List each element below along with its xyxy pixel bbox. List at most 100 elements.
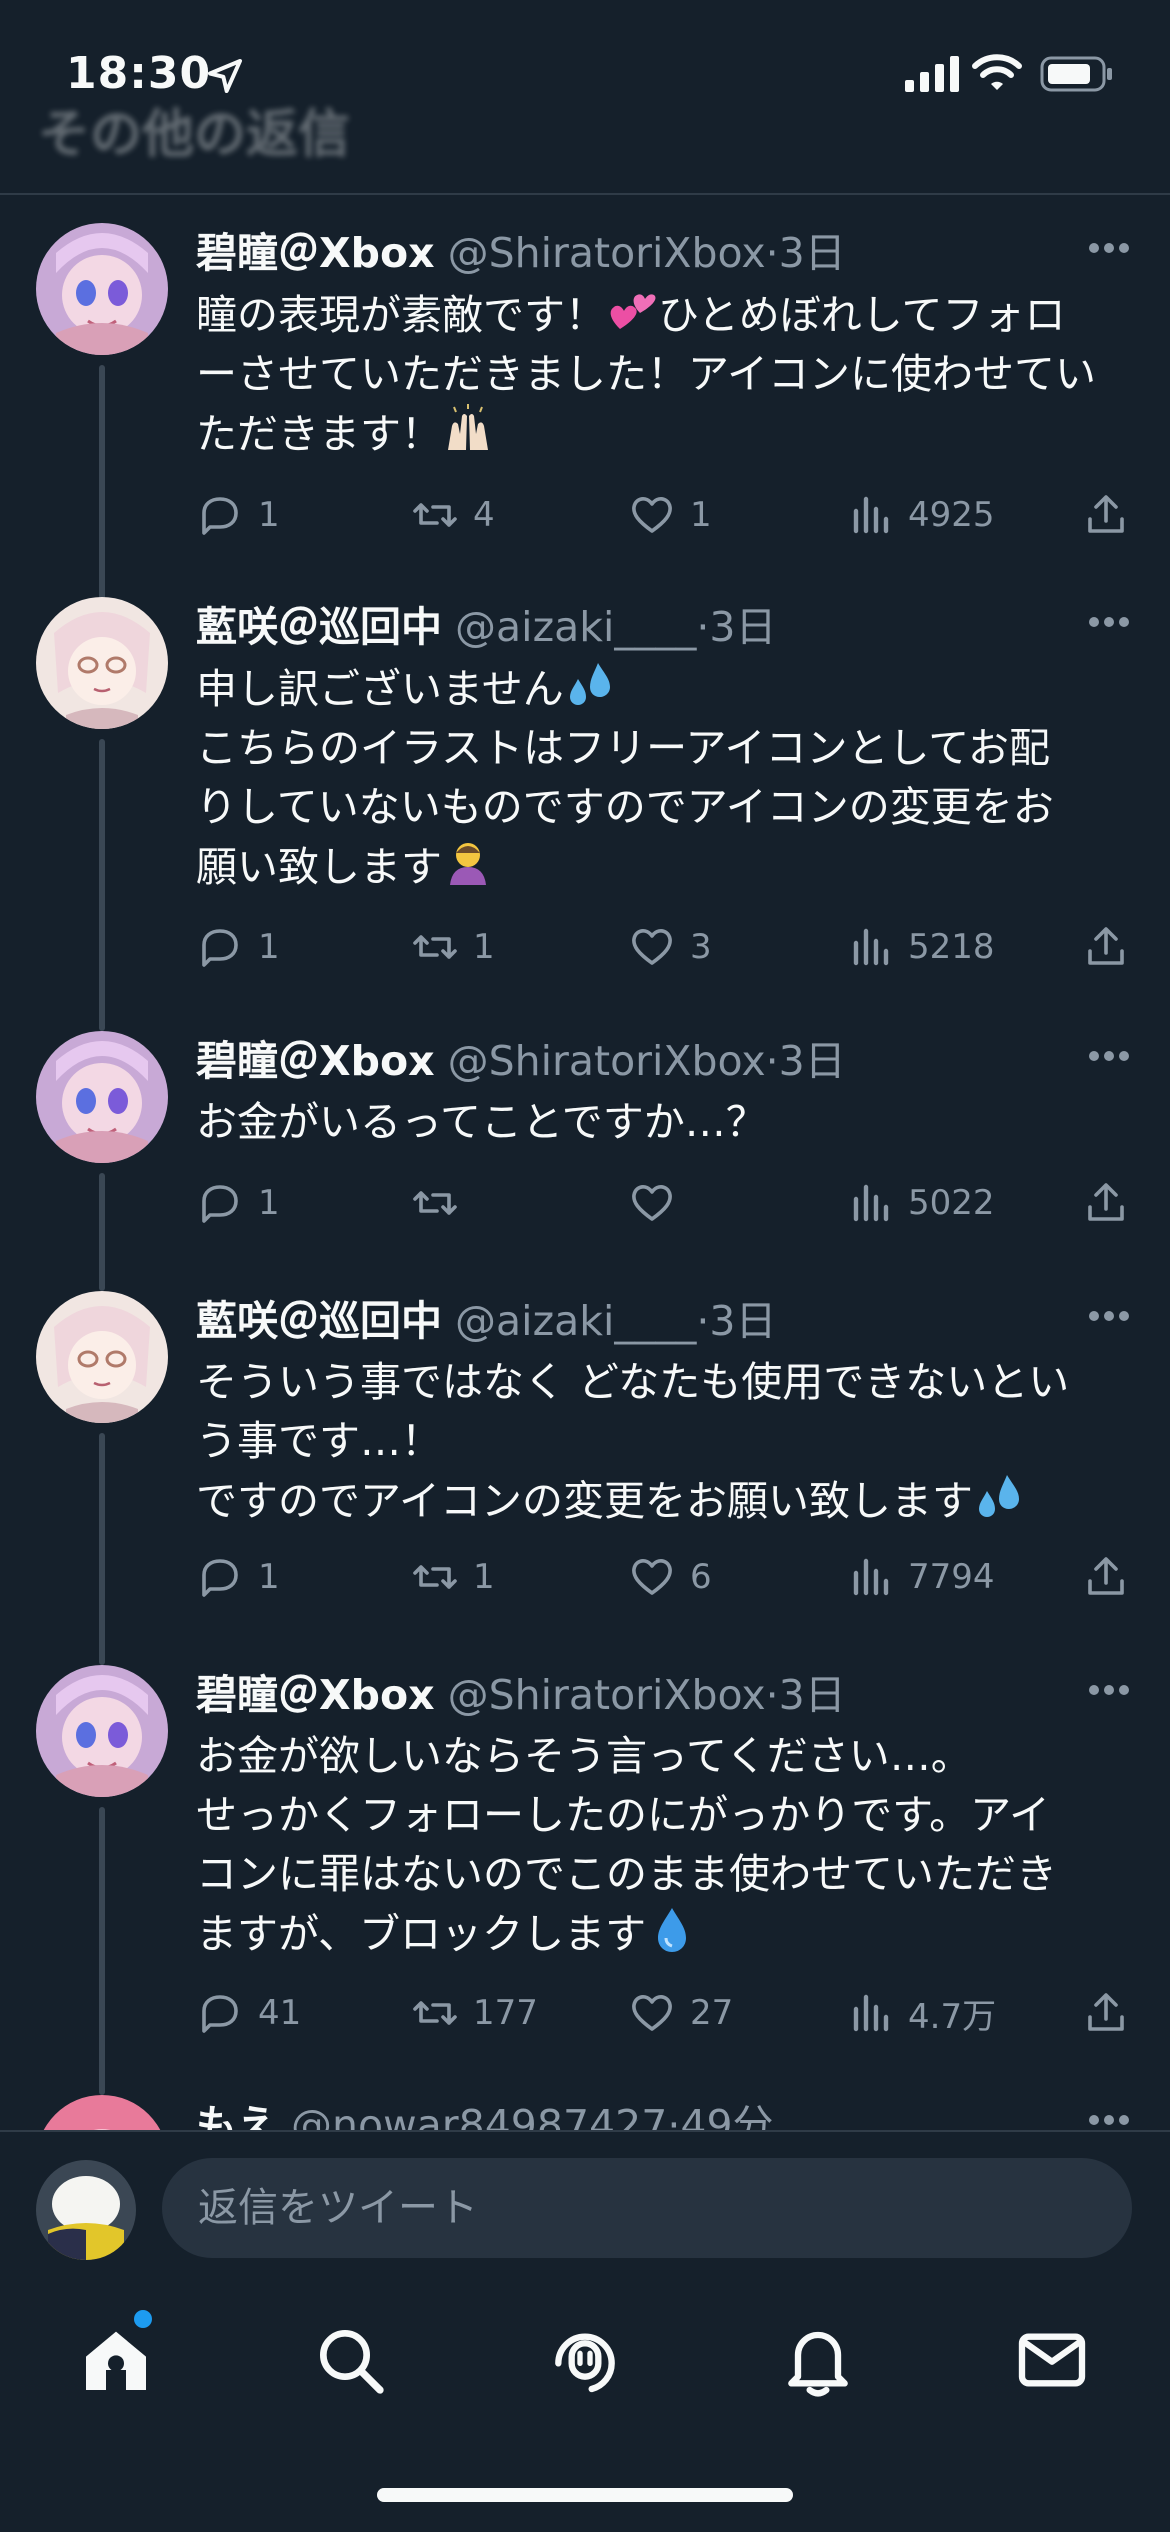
like-button[interactable]	[628, 1173, 690, 1233]
tweet-time[interactable]: 3日	[779, 1671, 846, 1719]
reply-count: 1	[258, 495, 280, 535]
tweet-text: そういう事ではなく どなたも使用できないとい う事です…！ ですのでアイコンの変…	[196, 1353, 1136, 1531]
home-indicator[interactable]	[377, 2488, 793, 2502]
spaces-icon	[555, 2333, 615, 2393]
retweet-button[interactable]: 1	[411, 1547, 495, 1607]
user-handle[interactable]: @nowar84987427	[291, 2101, 667, 2130]
user-handle[interactable]: @ShiratoriXbox	[448, 1671, 766, 1719]
tab-messages[interactable]	[1012, 2320, 1092, 2400]
analytics-icon	[853, 928, 889, 966]
avatar[interactable]	[36, 1665, 168, 1797]
share-button[interactable]	[1082, 1983, 1130, 2043]
tweet[interactable]: 藍咲＠巡回中 @aizaki____·3日 申し訳ございません こちらのイラスト…	[0, 597, 1170, 1031]
tweet-time[interactable]: 3日	[709, 1297, 776, 1345]
separator: ·	[765, 229, 779, 277]
tweet-text: お金がいるってことですか…？	[196, 1093, 1136, 1152]
share-button[interactable]	[1082, 917, 1130, 977]
tweet[interactable]: 藍咲＠巡回中 @aizaki____·3日 そういう事ではなく どなたも使用でき…	[0, 1291, 1170, 1665]
cellular-signal-icon	[905, 56, 959, 92]
separator: ·	[696, 1297, 710, 1345]
tweet-actions: 1 1 3 5218	[196, 917, 1136, 977]
tab-search[interactable]	[310, 2320, 390, 2400]
tab-notifications[interactable]	[778, 2320, 858, 2400]
heart-icon	[632, 929, 672, 965]
reply-input[interactable]	[162, 2158, 1132, 2258]
avatar[interactable]	[36, 1291, 168, 1423]
avatar[interactable]	[36, 2095, 168, 2130]
more-options-icon[interactable]	[1088, 1309, 1130, 1323]
more-options-icon[interactable]	[1088, 1049, 1130, 1063]
views-button[interactable]: 5022	[846, 1173, 995, 1233]
analytics-icon	[853, 1184, 889, 1222]
tweet-actions: 1 4 1 4925	[196, 485, 1136, 545]
display-name[interactable]: 碧瞳＠Xbox	[196, 1671, 435, 1719]
tweet[interactable]: もえ @nowar84987427·49分	[0, 2095, 1170, 2130]
tweet-text-line: ただきます！	[196, 410, 442, 458]
thread-connector	[99, 365, 105, 615]
views-count: 7794	[908, 1557, 995, 1597]
share-icon	[1088, 1993, 1124, 2031]
retweet-icon	[413, 503, 457, 527]
avatar[interactable]	[36, 597, 168, 729]
display-name[interactable]: 藍咲＠巡回中	[196, 1297, 442, 1345]
views-count: 4.7万	[908, 1996, 997, 2037]
tab-home[interactable]	[76, 2320, 156, 2400]
retweet-icon	[413, 2001, 457, 2025]
more-options-icon[interactable]	[1088, 241, 1130, 255]
views-button[interactable]: 7794	[846, 1547, 995, 1607]
tweet-actions: 1 5022	[196, 1173, 1136, 1233]
tab-spaces[interactable]	[545, 2320, 625, 2400]
views-button[interactable]: 4.7万	[846, 1983, 996, 2043]
reply-button[interactable]: 1	[196, 1547, 280, 1607]
retweet-button[interactable]: 4	[411, 485, 495, 545]
reply-button[interactable]: 1	[196, 1173, 280, 1233]
views-count: 4925	[908, 495, 995, 535]
display-name[interactable]: 碧瞳＠Xbox	[196, 229, 435, 277]
user-handle[interactable]: @aizaki____	[455, 1297, 696, 1345]
user-handle[interactable]: @aizaki____	[455, 603, 696, 651]
retweet-icon	[413, 935, 457, 959]
like-button[interactable]: 6	[628, 1547, 712, 1607]
retweet-button[interactable]	[411, 1173, 473, 1233]
share-icon	[1088, 1557, 1124, 1595]
share-button[interactable]	[1082, 485, 1130, 545]
display-name[interactable]: 藍咲＠巡回中	[196, 603, 442, 651]
tweet[interactable]: 碧瞳＠Xbox @ShiratoriXbox·3日 お金がいるってことですか…？…	[0, 1031, 1170, 1291]
user-handle[interactable]: @ShiratoriXbox	[448, 1037, 766, 1085]
like-button[interactable]: 3	[628, 917, 712, 977]
display-name[interactable]: 碧瞳＠Xbox	[196, 1037, 435, 1085]
user-handle[interactable]: @ShiratoriXbox	[448, 229, 766, 277]
tweet[interactable]: 碧瞳＠Xbox @ShiratoriXbox·3日 お金が欲しいならそう言ってく…	[0, 1665, 1170, 2095]
avatar[interactable]	[36, 223, 168, 355]
share-icon	[1088, 1183, 1124, 1221]
reply-count: 1	[258, 1557, 280, 1597]
tweet-time[interactable]: 49分	[680, 2101, 773, 2130]
retweet-button[interactable]: 177	[411, 1983, 538, 2043]
tweet-time[interactable]: 3日	[709, 603, 776, 651]
reply-button[interactable]: 1	[196, 485, 280, 545]
views-button[interactable]: 4925	[846, 485, 995, 545]
share-button[interactable]	[1082, 1173, 1130, 1233]
separator: ·	[696, 603, 710, 651]
more-options-icon[interactable]	[1088, 1683, 1130, 1697]
retweet-count: 4	[473, 495, 495, 535]
tweet-header: 碧瞳＠Xbox @ShiratoriXbox·3日	[196, 1665, 1096, 1725]
my-avatar[interactable]	[36, 2160, 136, 2260]
reply-button[interactable]: 1	[196, 917, 280, 977]
separator: ·	[667, 2101, 681, 2130]
tweet-text-line: ですのでアイコンの変更をお願い致します	[196, 1477, 973, 1525]
more-options-icon[interactable]	[1088, 2113, 1130, 2127]
tweet-time[interactable]: 3日	[779, 229, 846, 277]
tweet-text-line: そういう事ではなく どなたも使用できないとい	[196, 1358, 1070, 1406]
views-button[interactable]: 5218	[846, 917, 995, 977]
tweet[interactable]: 碧瞳＠Xbox @ShiratoriXbox·3日 瞳の表現が素敵です！ ひとめぼ…	[0, 223, 1170, 615]
reply-button[interactable]: 41	[196, 1983, 301, 2043]
like-button[interactable]: 27	[628, 1983, 733, 2043]
avatar[interactable]	[36, 1031, 168, 1163]
more-options-icon[interactable]	[1088, 615, 1130, 629]
share-button[interactable]	[1082, 1547, 1130, 1607]
tweet-time[interactable]: 3日	[779, 1037, 846, 1085]
retweet-button[interactable]: 1	[411, 917, 495, 977]
display-name[interactable]: もえ	[196, 2101, 278, 2130]
like-button[interactable]: 1	[628, 485, 712, 545]
